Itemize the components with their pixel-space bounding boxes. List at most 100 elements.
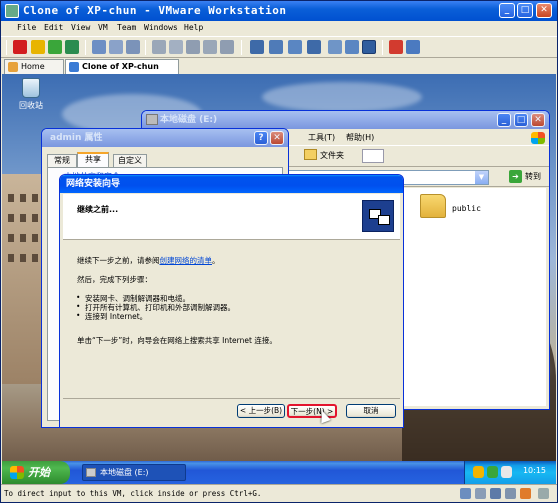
record-icon[interactable]	[220, 40, 234, 54]
menu-windows[interactable]: Windows	[144, 23, 178, 32]
maximize-button[interactable]: □	[517, 3, 533, 18]
menu-tools[interactable]: 工具(T)	[308, 132, 335, 143]
message-log-icon[interactable]	[538, 488, 549, 499]
checklist-link[interactable]: 创建网络的清单	[160, 256, 213, 265]
folder-icon	[420, 194, 446, 218]
tab-home[interactable]: Home	[4, 59, 64, 74]
tab-clone-of-xp-chun[interactable]: Clone of XP-chun	[65, 59, 179, 74]
recycle-bin-label: 回收站	[19, 101, 43, 110]
go-label: 转到	[525, 172, 541, 181]
go-button[interactable]: ➔ 转到	[509, 170, 541, 183]
hard-disk-icon[interactable]	[460, 488, 471, 499]
tab-sharing[interactable]: 共享	[77, 152, 109, 167]
back-button[interactable]: < 上一步(B)	[237, 404, 285, 418]
suspend-icon[interactable]	[31, 40, 45, 54]
sidebar-toggle-icon[interactable]	[250, 40, 264, 54]
help-button[interactable]: ?	[254, 131, 268, 145]
explorer-minimize-button[interactable]: _	[497, 113, 511, 127]
properties-title: admin 属性	[50, 133, 103, 143]
quick-switch-icon[interactable]	[269, 40, 283, 54]
address-dropdown-icon[interactable]: ▼	[475, 171, 488, 184]
explorer-titlebar[interactable]: 本地磁盘 (E:)	[142, 111, 549, 129]
building-window	[8, 234, 14, 242]
menu-help-cn[interactable]: 帮助(H)	[346, 132, 374, 143]
explorer-maximize-button[interactable]: □	[514, 113, 528, 127]
properties-titlebar[interactable]: admin 属性	[42, 129, 288, 147]
clock: 10:15	[522, 466, 546, 475]
volume-icon[interactable]	[501, 466, 512, 478]
folders-icon	[304, 149, 317, 160]
recycle-bin-icon	[22, 78, 40, 98]
start-label: 开始	[28, 466, 50, 479]
sound-icon[interactable]	[520, 488, 531, 499]
menu-view[interactable]: View	[71, 23, 90, 32]
summary-view-icon[interactable]	[288, 40, 302, 54]
tab-general[interactable]: 常规	[47, 154, 77, 167]
vm-settings-icon[interactable]	[152, 40, 166, 54]
guest-screen[interactable]: 回收站 本地磁盘 (E:) _ □ ✕ 工具(T) 帮助(H) 文件夹 ▼ ➔ …	[2, 74, 556, 484]
building-window	[32, 214, 38, 222]
minimize-button[interactable]: _	[499, 3, 515, 18]
fit-guest-icon[interactable]	[362, 40, 376, 54]
full-screen-icon[interactable]	[328, 40, 342, 54]
windows-flag-icon	[10, 466, 24, 479]
properties-close-button[interactable]: ✕	[270, 131, 284, 145]
drive-icon	[146, 114, 158, 125]
views-button[interactable]	[362, 149, 384, 163]
explorer-close-button[interactable]: ✕	[531, 113, 545, 127]
cancel-button[interactable]: 取消	[346, 404, 396, 418]
menu-vm[interactable]: VM	[98, 23, 108, 32]
step-item: 连接到 Internet。	[76, 311, 147, 322]
power-off-icon[interactable]	[13, 40, 27, 54]
status-bar: To direct input to this VM, click inside…	[1, 484, 557, 502]
toolbar-separator	[85, 40, 86, 55]
console-view-icon[interactable]	[307, 40, 321, 54]
wizard-body: 继续下一步之前，请参阅创建网络的清单。 然后，完成下列步骤： 安装网卡、调制解调…	[63, 241, 400, 397]
building-window	[20, 254, 26, 262]
reset-icon[interactable]	[65, 40, 79, 54]
network-icon[interactable]	[487, 466, 498, 478]
tools-icon[interactable]	[389, 40, 403, 54]
building-window	[32, 234, 38, 242]
vm-icon	[69, 62, 79, 72]
capture-icon[interactable]	[203, 40, 217, 54]
start-button[interactable]: 开始	[2, 461, 70, 484]
menu-file[interactable]: File	[17, 23, 36, 32]
snapshot-manager-icon[interactable]	[126, 40, 140, 54]
close-button[interactable]: ✕	[536, 3, 552, 18]
preferences-icon[interactable]	[406, 40, 420, 54]
taskbar: 开始 本地磁盘 (E:) 10:15	[2, 461, 556, 484]
vmware-window: Clone of XP-chun - VMware Workstation _ …	[0, 0, 558, 503]
snapshot-icon[interactable]	[92, 40, 106, 54]
menu-edit[interactable]: Edit	[44, 23, 63, 32]
menu-help[interactable]: Help	[184, 23, 203, 32]
power-on-icon[interactable]	[48, 40, 62, 54]
wizard-steps-intro: 然后，完成下列步骤：	[77, 275, 152, 284]
menu-team[interactable]: Team	[117, 23, 136, 32]
network-adapter-icon[interactable]	[490, 488, 501, 499]
recycle-bin[interactable]: 回收站	[14, 78, 48, 111]
wizard-header: 继续之前...	[63, 194, 400, 240]
building-window	[20, 234, 26, 242]
unity-icon[interactable]	[345, 40, 359, 54]
computer-icon	[378, 215, 390, 225]
tab-home-label: Home	[21, 62, 45, 71]
taskbar-item-local-disk[interactable]: 本地磁盘 (E:)	[82, 464, 186, 481]
home-icon	[8, 62, 18, 72]
building-window	[20, 194, 26, 202]
toolbar-separator	[241, 40, 242, 55]
vmware-titlebar[interactable]: Clone of XP-chun - VMware Workstation _ …	[1, 1, 557, 21]
revert-snapshot-icon[interactable]	[109, 40, 123, 54]
security-shield-icon[interactable]	[473, 466, 484, 478]
building-window	[8, 194, 14, 202]
wizard-titlebar[interactable]: 网络安装向导	[60, 175, 403, 193]
clone-icon[interactable]	[186, 40, 200, 54]
wizard-title: 网络安装向导	[66, 179, 121, 189]
usb-icon[interactable]	[505, 488, 516, 499]
cd-rom-icon[interactable]	[475, 488, 486, 499]
tab-customize[interactable]: 自定义	[113, 154, 147, 167]
status-text: To direct input to this VM, click inside…	[4, 489, 262, 498]
window-title: Clone of XP-chun - VMware Workstation	[23, 4, 287, 17]
team-icon[interactable]	[169, 40, 183, 54]
folders-button[interactable]: 文件夹	[304, 149, 344, 161]
